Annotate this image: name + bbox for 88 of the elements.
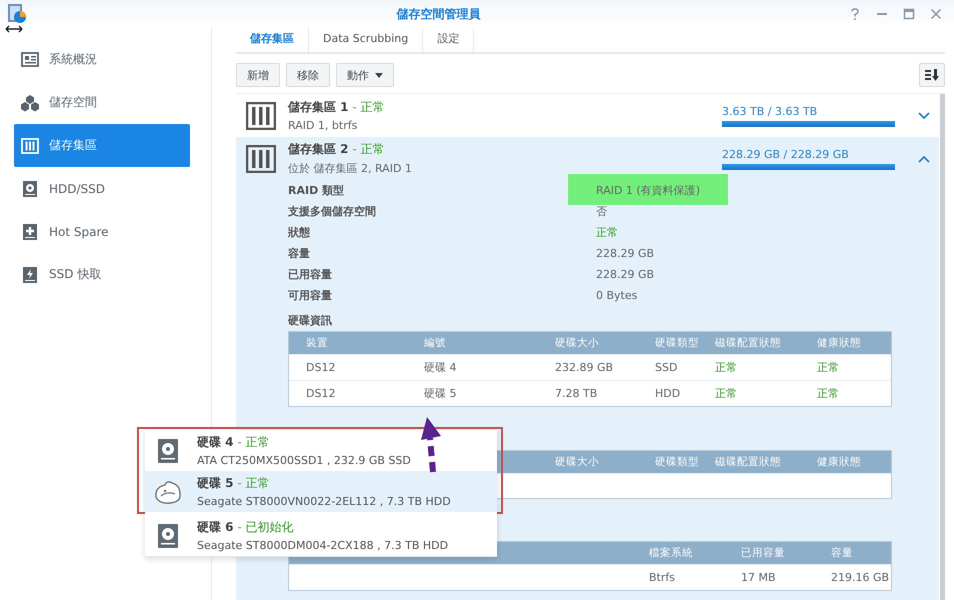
table-cell-text: 硬碟 5 bbox=[423, 386, 458, 401]
sort-button[interactable] bbox=[919, 63, 945, 87]
pool-icon bbox=[21, 136, 39, 154]
cubes-icon bbox=[21, 94, 39, 112]
column-header: 容量 bbox=[830, 546, 854, 560]
table-cell-text: 正常 bbox=[816, 360, 840, 375]
detail-label: RAID 類型 bbox=[288, 183, 346, 198]
app-icon bbox=[6, 3, 28, 25]
table-cell-text: DS12 bbox=[305, 361, 336, 374]
tab[interactable]: 儲存集區 bbox=[236, 28, 309, 52]
table-cell-text: 硬碟 4 bbox=[423, 360, 458, 375]
toolbar-button[interactable]: 動作 bbox=[336, 63, 394, 87]
column-header: 硬碟大小 bbox=[554, 455, 600, 469]
column-header: 健康狀態 bbox=[816, 455, 862, 469]
pool-icon bbox=[246, 102, 276, 130]
caret-icon bbox=[375, 72, 383, 78]
table-cell-text: 正常 bbox=[714, 360, 738, 375]
sidebar-item[interactable]: 儲存空間 bbox=[14, 81, 190, 124]
usage-text: 228.29 GB / 228.29 GB bbox=[722, 148, 850, 160]
disk-title: 硬碟 6 - 已初始化 bbox=[197, 519, 295, 536]
collapse-chevron-icon bbox=[918, 154, 930, 162]
disk-detail: Seagate ST8000VN0022-2EL112 , 7.3 TB HDD bbox=[197, 495, 451, 508]
column-header: 已用容量 bbox=[740, 546, 786, 560]
table-cell-text: Btrfs bbox=[648, 571, 676, 584]
disk-title: 硬碟 4 - 正常 bbox=[197, 434, 271, 451]
disk-option[interactable]: 硬碟 5 - 正常 Seagate ST8000VN0022-2EL112 , 7.3 TB HDD bbox=[145, 471, 497, 512]
disk-title: 硬碟 5 - 正常 bbox=[197, 475, 271, 492]
plus-icon bbox=[21, 222, 39, 240]
sidebar-item[interactable]: SSD 快取 bbox=[14, 253, 190, 296]
table-cell-text: 232.89 GB bbox=[554, 361, 614, 374]
overview-icon bbox=[21, 50, 39, 68]
table-cell-text: 7.28 TB bbox=[554, 387, 598, 400]
table-cell-text: 正常 bbox=[714, 386, 738, 401]
column-header: 硬碟類型 bbox=[654, 455, 698, 469]
detail-value: 0 Bytes bbox=[596, 289, 638, 302]
usage-text: 3.63 TB / 3.63 TB bbox=[722, 104, 818, 118]
detail-value: 否 bbox=[596, 205, 607, 218]
maximize-icon bbox=[903, 8, 915, 20]
pool-title: 儲存集區 1 - 正常 bbox=[288, 99, 386, 116]
column-header: 硬碟大小 bbox=[554, 336, 600, 350]
detail-label: 可用容量 bbox=[288, 288, 333, 303]
column-header: 磁碟配置狀態 bbox=[714, 455, 782, 469]
detail-label: 支援多個儲存空間 bbox=[288, 204, 377, 219]
detail-value: 228.29 GB bbox=[596, 247, 654, 260]
table-cell-text: 219.16 GB bbox=[830, 571, 890, 584]
detail-label: 容量 bbox=[288, 246, 311, 261]
table-cell-text: DS12 bbox=[305, 387, 336, 400]
sidebar-item[interactable]: 系統概況 bbox=[14, 38, 190, 81]
pool-subtitle: RAID 1, btrfs bbox=[288, 119, 358, 132]
disk-detail: Seagate ST8000DM004-2CX188 , 7.3 TB HDD bbox=[197, 539, 448, 552]
scrollbar[interactable] bbox=[940, 94, 945, 600]
toolbar-button[interactable]: 新增 bbox=[236, 63, 280, 87]
pool-title: 儲存集區 2 - 正常 bbox=[288, 141, 386, 158]
disk-detail: ATA CT250MX500SSD1 , 232.9 GB SSD bbox=[197, 454, 411, 467]
bolt-icon bbox=[21, 266, 39, 284]
window-title: 儲存空間管理員 bbox=[395, 6, 482, 22]
blob-icon bbox=[153, 478, 183, 504]
section-title: 硬碟資訊 bbox=[288, 313, 333, 329]
table-cell-text: 17 MB bbox=[740, 571, 777, 584]
pool-subtitle: 位於 儲存集區 2, RAID 1 bbox=[288, 161, 413, 176]
help-icon bbox=[849, 8, 861, 20]
column-header: 檔案系統 bbox=[648, 546, 694, 560]
sidebar-item[interactable]: 儲存集區 bbox=[14, 124, 190, 167]
table-cell-text: 正常 bbox=[816, 386, 840, 401]
table-cell-text: SSD bbox=[654, 361, 678, 374]
column-header: 磁碟配置狀態 bbox=[714, 336, 782, 350]
pool-icon bbox=[246, 144, 276, 172]
detail-label: 狀態 bbox=[288, 225, 311, 240]
column-header: 編號 bbox=[423, 336, 447, 350]
close-icon bbox=[930, 8, 942, 20]
detail-label: 已用容量 bbox=[288, 267, 333, 282]
detail-value: 228.29 GB bbox=[596, 268, 654, 281]
toolbar-button[interactable]: 移除 bbox=[286, 63, 330, 87]
detail-value: 正常 bbox=[596, 226, 618, 239]
disk-option[interactable]: 硬碟 4 - 正常 ATA CT250MX500SSD1 , 232.9 GB SSD bbox=[145, 430, 415, 471]
sidebar-item[interactable]: HDD/SSD bbox=[14, 167, 190, 210]
tab[interactable]: 設定 bbox=[423, 28, 474, 52]
expand-chevron-icon bbox=[918, 112, 930, 120]
sort-icon bbox=[924, 68, 940, 82]
disk-option[interactable]: 硬碟 6 - 已初始化 Seagate ST8000DM004-2CX188 , 7.3 TB HDD bbox=[145, 515, 452, 556]
resize-cursor-icon bbox=[4, 24, 24, 34]
column-header: 硬碟類型 bbox=[654, 336, 698, 350]
column-header: 裝置 bbox=[305, 336, 329, 350]
sidebar-item[interactable]: Hot Spare bbox=[14, 210, 190, 253]
highlighted-value: RAID 1 (有資料保護) bbox=[568, 174, 728, 205]
table-cell-text: HDD bbox=[654, 387, 682, 400]
tab[interactable]: Data Scrubbing bbox=[309, 28, 424, 52]
column-header: 健康狀態 bbox=[816, 336, 862, 350]
